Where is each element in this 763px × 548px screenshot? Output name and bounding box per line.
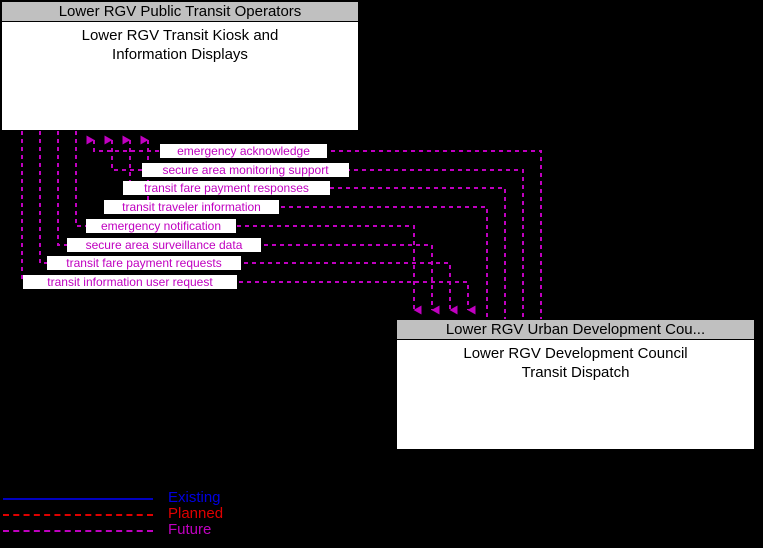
node-lower-rgv-transit-kiosk[interactable]: Lower RGV Public Transit Operators Lower… (1, 1, 359, 131)
flow-label-emergency-notification: emergency notification (86, 219, 236, 233)
flow-label-secure-area-monitoring-support: secure area monitoring support (142, 163, 349, 177)
flow-label-transit-fare-payment-requests: transit fare payment requests (47, 256, 241, 270)
legend-swatch-existing (3, 498, 153, 500)
node-kiosk-title: Lower RGV Public Transit Operators (2, 2, 358, 22)
node-kiosk-body-line-1: Lower RGV Transit Kiosk and (81, 27, 279, 44)
node-dispatch-body-line-1: Lower RGV Development Council (463, 345, 688, 362)
legend-label-existing: Existing (168, 489, 221, 506)
node-kiosk-body: Lower RGV Transit Kiosk and Information … (2, 22, 358, 64)
legend-label-future: Future (168, 521, 212, 538)
node-dispatch-body: Lower RGV Development Council Transit Di… (397, 340, 754, 382)
legend-label-planned: Planned (168, 505, 224, 522)
flow-label-transit-fare-payment-responses: transit fare payment responses (123, 181, 330, 195)
node-kiosk-body-line-2: Information Displays (112, 46, 248, 63)
node-dispatch-title: Lower RGV Urban Development Cou... (397, 320, 754, 340)
node-lower-rgv-development-council-transit-dispatch[interactable]: Lower RGV Urban Development Cou... Lower… (396, 319, 755, 450)
legend-swatch-planned (3, 514, 153, 516)
legend-item-planned: Planned (0, 505, 260, 530)
legend-item-future: Future (0, 521, 260, 546)
flow-label-transit-traveler-information: transit traveler information (104, 200, 279, 214)
legend-swatch-future (3, 530, 153, 532)
node-dispatch-body-line-2: Transit Dispatch (521, 364, 630, 381)
flow-label-secure-area-surveillance-data: secure area surveillance data (67, 238, 261, 252)
flow-label-emergency-acknowledge: emergency acknowledge (160, 144, 327, 158)
flow-label-transit-information-user-request: transit information user request (23, 275, 237, 289)
